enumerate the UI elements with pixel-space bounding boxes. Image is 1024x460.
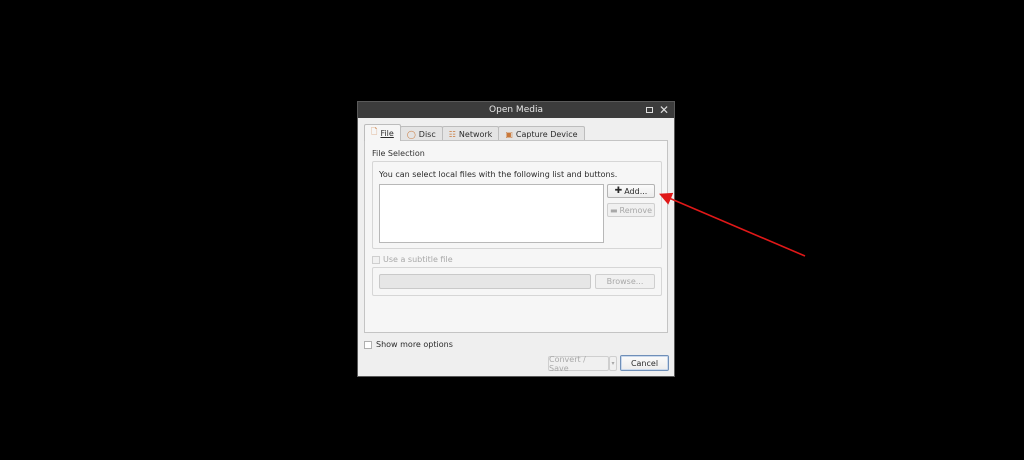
annotation-arrow — [659, 192, 806, 257]
file-icon: 🗋 — [371, 127, 378, 136]
tab-file[interactable]: 🗋 File — [364, 124, 401, 141]
tab-file-label: File — [380, 128, 394, 138]
